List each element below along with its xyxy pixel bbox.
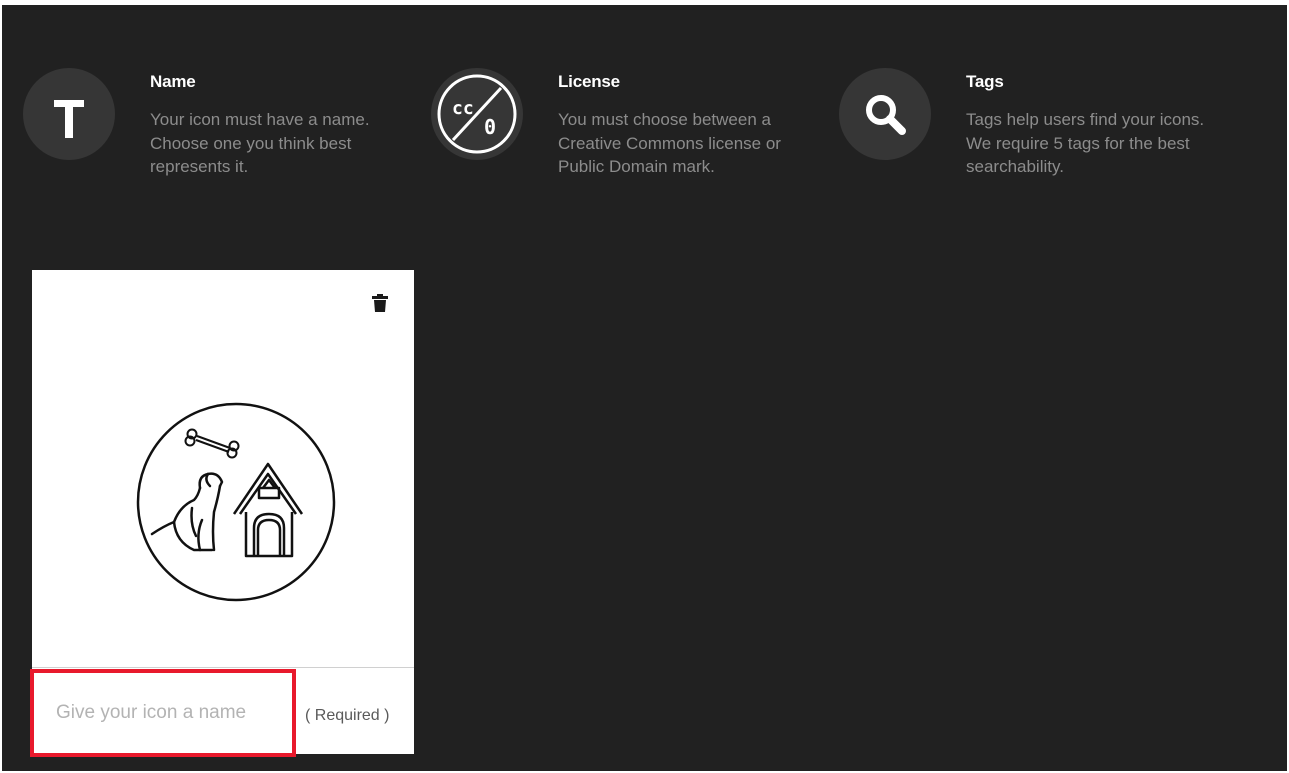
info-description-license: You must choose between a Creative Commo… xyxy=(558,110,781,176)
info-title-tags: Tags xyxy=(966,72,1004,91)
svg-text:cc: cc xyxy=(452,98,474,119)
search-icon xyxy=(839,68,931,160)
cc-zero-icon: cc 0 xyxy=(431,68,523,160)
icon-name-input[interactable] xyxy=(34,673,292,753)
card-divider xyxy=(32,667,414,668)
page-frame: Name Your icon must have a name. Choose … xyxy=(0,0,1289,773)
info-description-tags: Tags help users find your icons. We requ… xyxy=(966,110,1205,176)
upload-panel: Name Your icon must have a name. Choose … xyxy=(2,5,1287,771)
icon-card: ( Required ) xyxy=(30,270,414,757)
info-tags: Tags Tags help users find your icons. We… xyxy=(839,68,1239,188)
trash-icon[interactable] xyxy=(372,294,388,312)
info-title-name: Name xyxy=(150,72,196,91)
info-license: cc 0 License You must choose between a C… xyxy=(431,68,831,188)
name-input-highlight xyxy=(30,669,296,757)
info-title-license: License xyxy=(558,72,620,91)
svg-text:0: 0 xyxy=(484,115,496,139)
info-description-name: Your icon must have a name. Choose one y… xyxy=(150,110,370,176)
text-t-icon xyxy=(23,68,115,160)
dog-and-doghouse-icon xyxy=(134,400,338,604)
required-label: ( Required ) xyxy=(305,707,390,724)
info-name: Name Your icon must have a name. Choose … xyxy=(23,68,423,188)
